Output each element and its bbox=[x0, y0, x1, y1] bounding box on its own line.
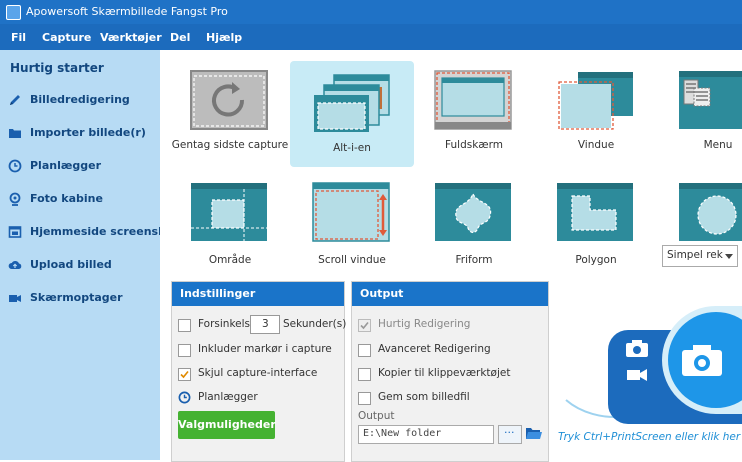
webpage-icon bbox=[8, 226, 22, 238]
delay-label: Forsinkelse bbox=[198, 318, 257, 330]
clock-icon bbox=[178, 391, 191, 404]
sidebar: Hurtig starter Billedredigering Importer… bbox=[0, 50, 179, 460]
shape-select-value: Simpel rek bbox=[667, 249, 723, 261]
menu-capture[interactable]: Capture bbox=[42, 31, 91, 44]
mode-label: Friform bbox=[455, 254, 493, 266]
scroll-window-icon bbox=[312, 182, 390, 242]
save-file-checkbox[interactable] bbox=[358, 392, 371, 405]
checkmark-icon bbox=[180, 370, 189, 379]
menu-capture-icon bbox=[679, 71, 742, 129]
fullscreen-icon bbox=[434, 70, 512, 130]
mode-menu[interactable]: Menu bbox=[656, 58, 742, 164]
shape-select[interactable]: Simpel rek bbox=[662, 245, 738, 267]
scheduler-link[interactable]: Planlægger bbox=[198, 391, 258, 403]
browse-button[interactable]: ··· bbox=[498, 425, 522, 444]
all-in-one-icon bbox=[314, 74, 390, 132]
big-camera-icon bbox=[682, 345, 722, 376]
folder-icon bbox=[9, 129, 21, 138]
mode-gentag[interactable]: Gentag sidste capture bbox=[168, 58, 292, 164]
save-file-label: Gem som billedfil bbox=[378, 391, 470, 403]
polygon-icon bbox=[557, 183, 633, 241]
sidebar-item-label: Hjemmeside screenshot bbox=[30, 225, 179, 238]
options-button[interactable]: Valgmuligheder bbox=[178, 411, 276, 439]
output-header: Output bbox=[352, 282, 548, 306]
sidebar-item-billedredigering[interactable]: Billedredigering bbox=[0, 88, 160, 112]
sidebar-item-label: Importer billede(r) bbox=[30, 126, 146, 139]
sidebar-item-planlaegger[interactable]: Planlægger bbox=[0, 154, 160, 178]
settings-header: Indstillinger bbox=[172, 282, 344, 306]
clipboard-checkbox[interactable] bbox=[358, 368, 371, 381]
freeform-icon bbox=[435, 183, 511, 241]
sidebar-item-upload[interactable]: Upload billed bbox=[0, 253, 160, 277]
advanced-edit-label: Avanceret Redigering bbox=[378, 343, 491, 355]
sidebar-item-skaermoptager[interactable]: Skærmoptager bbox=[0, 286, 160, 310]
mode-scroll-vindue[interactable]: Scroll vindue bbox=[290, 174, 414, 280]
quick-edit-checkbox bbox=[358, 319, 371, 332]
sidebar-item-label: Upload billed bbox=[30, 258, 112, 271]
output-panel: Output Hurtig Redigering Avanceret Redig… bbox=[351, 281, 549, 462]
cloud-upload-icon bbox=[8, 260, 22, 269]
webcam-icon bbox=[9, 192, 21, 206]
sidebar-item-label: Foto kabine bbox=[30, 192, 103, 205]
shape-capture-icon bbox=[679, 183, 742, 241]
mode-vindue[interactable]: Vindue bbox=[534, 58, 658, 164]
mode-label: Scroll vindue bbox=[318, 254, 386, 266]
capture-hint[interactable]: Tryk Ctrl+PrintScreen eller klik her bbox=[558, 431, 740, 443]
mode-friform[interactable]: Friform bbox=[412, 174, 536, 280]
chevron-down-icon bbox=[725, 254, 733, 259]
menu-bar: Fil Capture Værktøjer Del Hjælp bbox=[0, 24, 742, 50]
quick-edit-label: Hurtig Redigering bbox=[378, 318, 471, 330]
mode-polygon[interactable]: Polygon bbox=[534, 174, 658, 280]
mode-label: Vindue bbox=[577, 139, 615, 151]
camera-icon[interactable] bbox=[624, 338, 650, 358]
window-capture-icon bbox=[558, 72, 633, 130]
video-camera-icon bbox=[9, 295, 21, 302]
output-path-input[interactable]: E:\New folder bbox=[358, 425, 494, 444]
sidebar-item-hjemmeside[interactable]: Hjemmeside screenshot bbox=[0, 220, 179, 244]
video-camera-icon[interactable] bbox=[626, 366, 648, 384]
sidebar-heading: Hurtig starter bbox=[10, 61, 104, 75]
mode-label: Polygon bbox=[575, 254, 617, 266]
main-area: Gentag sidste capture Alt-i-en Fuldskærm bbox=[160, 50, 742, 462]
delay-unit: Sekunder(s) bbox=[283, 318, 347, 330]
menu-fil[interactable]: Fil bbox=[11, 31, 26, 44]
sidebar-item-foto-kabine[interactable]: Foto kabine bbox=[0, 187, 160, 211]
cursor-label: Inkluder markør i capture bbox=[198, 343, 332, 355]
mode-omraade[interactable]: Område bbox=[168, 174, 292, 280]
mode-label: Alt-i-en bbox=[333, 142, 371, 154]
menu-hjaelp[interactable]: Hjælp bbox=[206, 31, 242, 44]
sidebar-item-importer[interactable]: Importer billede(r) bbox=[0, 121, 160, 145]
delay-input[interactable]: 3 bbox=[250, 315, 280, 334]
checkmark-icon bbox=[360, 321, 369, 330]
delay-checkbox[interactable] bbox=[178, 319, 191, 332]
menu-vaerktoejer[interactable]: Værktøjer bbox=[100, 31, 162, 44]
mode-alt-i-en[interactable]: Alt-i-en bbox=[290, 61, 414, 167]
mode-fuldskaerm[interactable]: Fuldskærm bbox=[412, 58, 536, 164]
title-bar: Apowersoft Skærmbillede Fangst Pro bbox=[0, 0, 742, 24]
settings-panel: Indstillinger Forsinkelse 3 Sekunder(s) … bbox=[171, 281, 347, 462]
menu-del[interactable]: Del bbox=[170, 31, 190, 44]
output-folder-label: Output bbox=[358, 410, 395, 422]
open-folder-icon[interactable] bbox=[525, 426, 543, 441]
hide-interface-label: Skjul capture-interface bbox=[198, 367, 318, 379]
hide-interface-checkbox[interactable] bbox=[178, 368, 191, 381]
mode-label: Menu bbox=[703, 139, 733, 151]
sidebar-item-label: Billedredigering bbox=[30, 93, 130, 106]
clipboard-label: Kopier til klippeværktøjet bbox=[378, 367, 511, 379]
window-title: Apowersoft Skærmbillede Fangst Pro bbox=[26, 5, 228, 18]
mode-label: Gentag sidste capture bbox=[171, 139, 289, 151]
repeat-capture-icon bbox=[190, 70, 268, 130]
mode-label: Fuldskærm bbox=[445, 139, 503, 151]
region-capture-icon bbox=[191, 183, 267, 241]
sidebar-item-label: Skærmoptager bbox=[30, 291, 123, 304]
clock-icon bbox=[8, 159, 22, 173]
pencil-icon bbox=[10, 95, 20, 105]
mode-label: Område bbox=[208, 254, 252, 266]
advanced-edit-checkbox[interactable] bbox=[358, 344, 371, 357]
sidebar-item-label: Planlægger bbox=[30, 159, 102, 172]
cursor-checkbox[interactable] bbox=[178, 344, 191, 357]
app-icon bbox=[6, 5, 21, 20]
